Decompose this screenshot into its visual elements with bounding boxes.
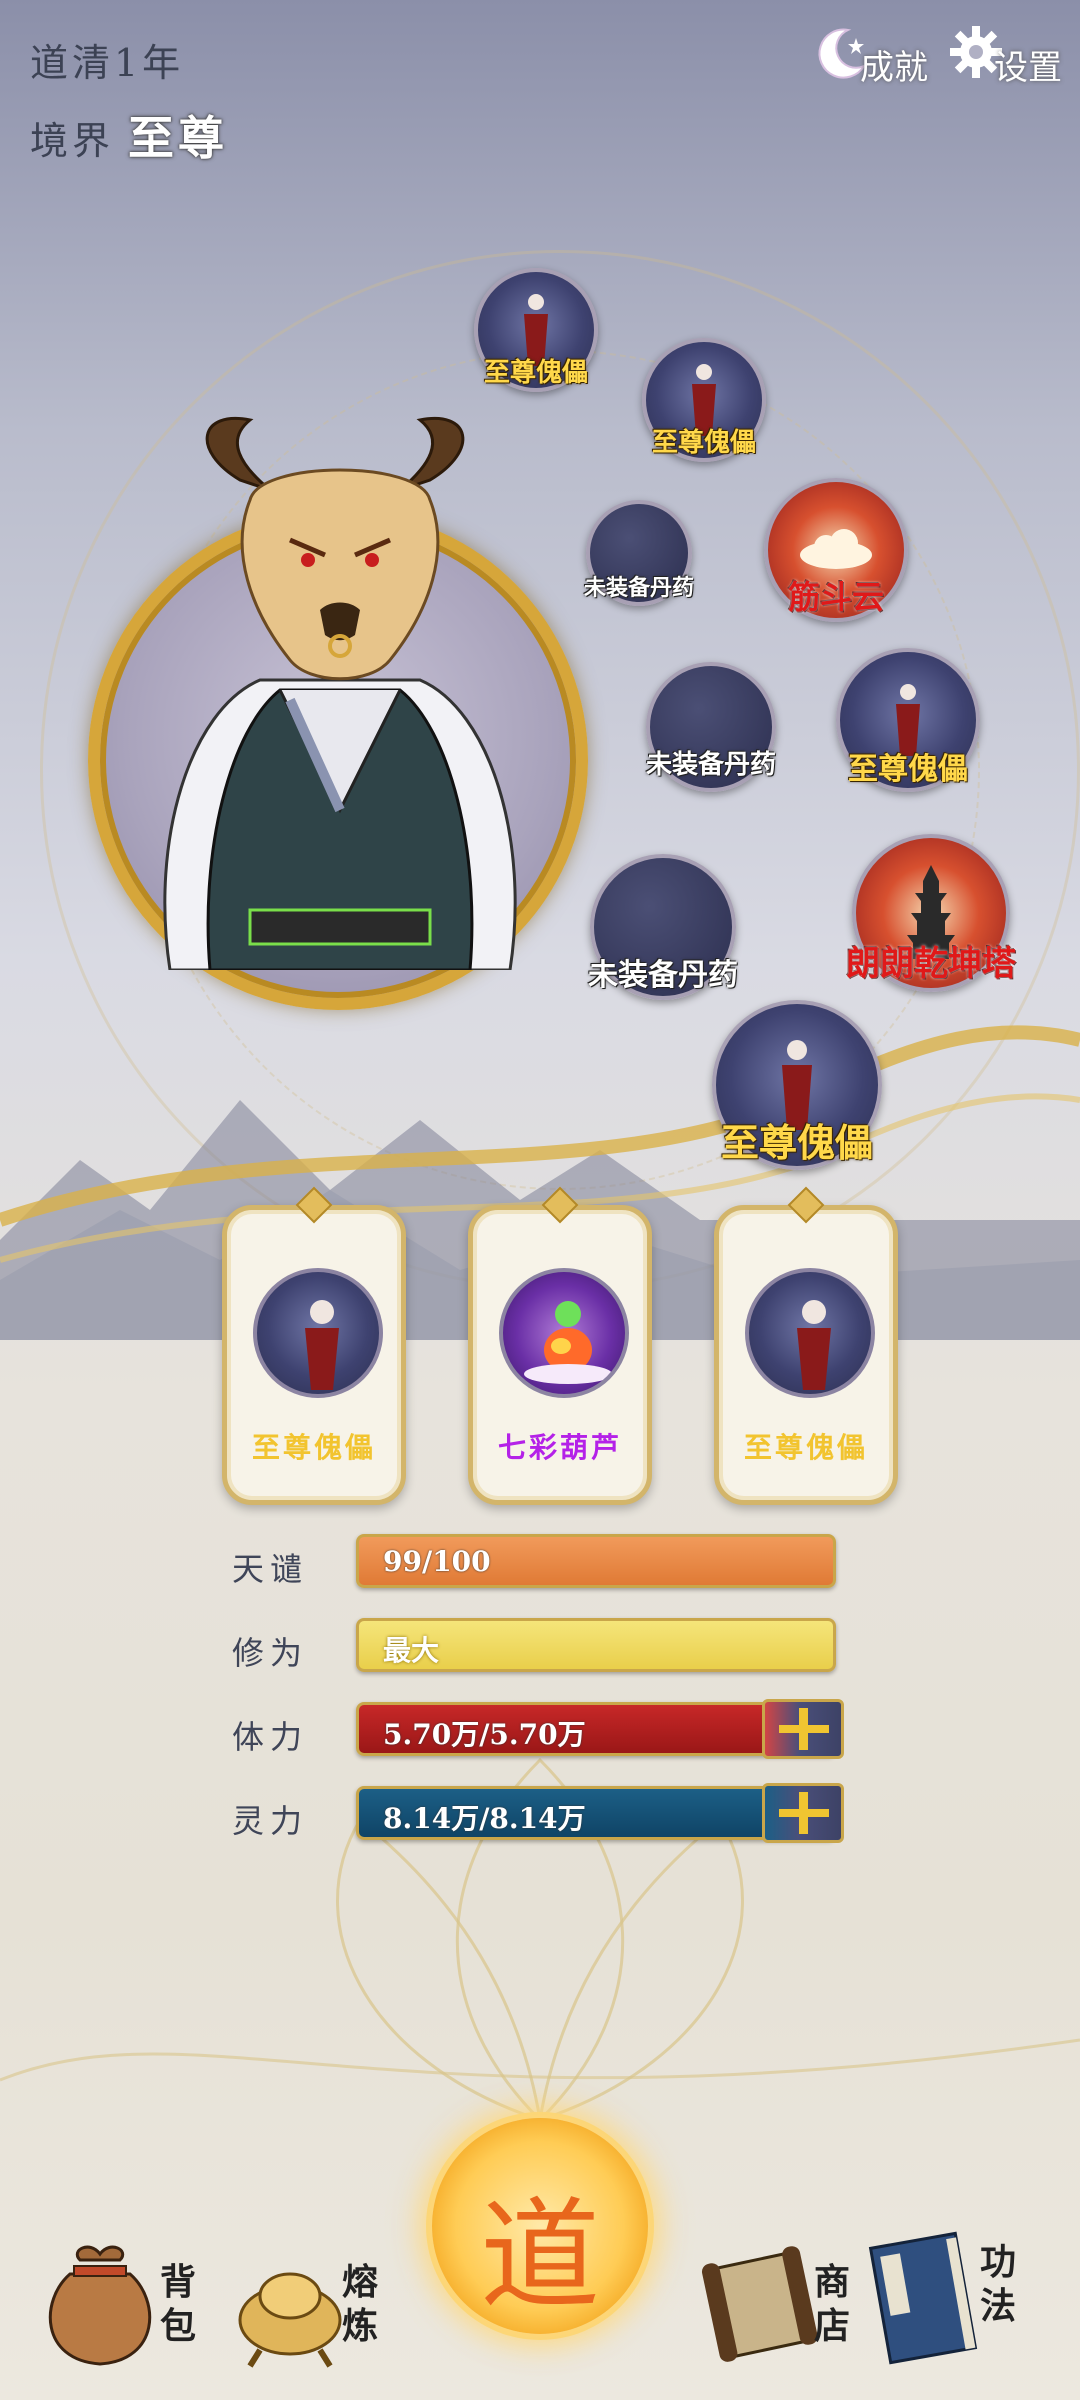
somersault-cloud-icon <box>800 529 872 569</box>
nav-bag-label: 背包 <box>159 2261 196 2347</box>
slot-label: 至尊傀儡 <box>651 428 757 458</box>
equipment-card-1[interactable]: 至尊傀儡 <box>222 1186 406 1505</box>
nav-shop-label: 商店 <box>813 2261 850 2347</box>
tianqian-bar: 99/100 <box>356 1534 836 1588</box>
equip-slot-4[interactable]: 筋斗云 <box>764 478 908 622</box>
slot-label: 筋斗云 <box>787 578 885 616</box>
lingli-value: 8.14万/8.14万 <box>383 1802 586 1835</box>
settings-label: 设置 <box>994 48 1062 88</box>
nav-skills[interactable]: 功法 <box>860 2230 1040 2390</box>
nav-skills-label: 功法 <box>979 2241 1016 2327</box>
slot-label: 至尊傀儡 <box>848 752 968 787</box>
dao-label: 道 <box>480 2187 600 2326</box>
equipment-card-2[interactable]: 七彩葫芦 <box>468 1186 652 1505</box>
stat-label-tili: 体力 <box>232 1718 309 1756</box>
book-icon <box>868 2231 978 2365</box>
equipment-card-3[interactable]: 至尊傀儡 <box>714 1186 898 1505</box>
puppet-icon <box>253 1268 383 1398</box>
dao-main-button[interactable]: 道 <box>432 2118 648 2334</box>
xiuwei-bar: 最大 <box>356 1618 836 1672</box>
slot-label: 至尊傀儡 <box>483 358 589 388</box>
tianqian-value: 99/100 <box>383 1545 491 1578</box>
puppet-icon <box>745 1268 875 1398</box>
achievement-label: 成就 <box>860 48 928 88</box>
nav-shop[interactable]: 商店 <box>700 2230 860 2390</box>
slot-label: 朗朗乾坤塔 <box>846 944 1016 984</box>
nav-smelt[interactable]: 熔炼 <box>230 2230 390 2390</box>
equip-slot-9[interactable]: 至尊傀儡 <box>712 1000 882 1170</box>
slot-label: 未装备丹药 <box>645 750 777 780</box>
equip-slot-5[interactable]: 未装备丹药 <box>646 662 776 792</box>
equip-slot-8[interactable]: 朗朗乾坤塔 <box>846 834 1016 992</box>
slot-label: 至尊傀儡 <box>720 1120 874 1165</box>
lingli-add-button[interactable] <box>762 1783 844 1843</box>
stat-label-tianqian: 天谴 <box>232 1550 309 1588</box>
slot-label: 未装备丹药 <box>588 958 738 993</box>
stat-label-lingli: 灵力 <box>232 1802 309 1840</box>
settings-button[interactable]: 设置 <box>946 14 1062 89</box>
tili-add-button[interactable] <box>762 1699 844 1759</box>
bag-icon <box>48 2245 152 2366</box>
scroll-map-icon <box>701 2246 818 2362</box>
year-label: 道清1年 <box>30 41 185 85</box>
character-portrait <box>163 417 517 970</box>
equip-slot-1[interactable]: 至尊傀儡 <box>474 268 598 392</box>
nav-bag[interactable]: 背包 <box>40 2230 200 2390</box>
equip-slot-7[interactable]: 未装备丹药 <box>588 854 738 1000</box>
card-name: 七彩葫芦 <box>497 1431 622 1464</box>
nav-smelt-label: 熔炼 <box>341 2261 378 2347</box>
equip-slot-3[interactable]: 未装备丹药 <box>583 500 695 606</box>
tili-value: 5.70万/5.70万 <box>383 1718 586 1751</box>
card-name: 至尊傀儡 <box>251 1431 376 1464</box>
xiuwei-value: 最大 <box>383 1634 440 1667</box>
slot-label: 未装备丹药 <box>583 575 695 601</box>
achievement-button[interactable]: 成就 <box>812 14 928 89</box>
realm-label: 境界 至尊 <box>30 102 228 168</box>
equip-slot-2[interactable]: 至尊傀儡 <box>642 338 766 462</box>
gourd-icon <box>499 1268 629 1398</box>
card-name: 至尊傀儡 <box>743 1431 868 1464</box>
furnace-icon <box>238 2272 342 2368</box>
equip-slot-6[interactable]: 至尊傀儡 <box>836 648 980 792</box>
stat-label-xiuwei: 修为 <box>232 1634 309 1672</box>
realm-value: 至尊 <box>128 111 229 165</box>
realm-prefix: 境界 <box>30 119 115 163</box>
